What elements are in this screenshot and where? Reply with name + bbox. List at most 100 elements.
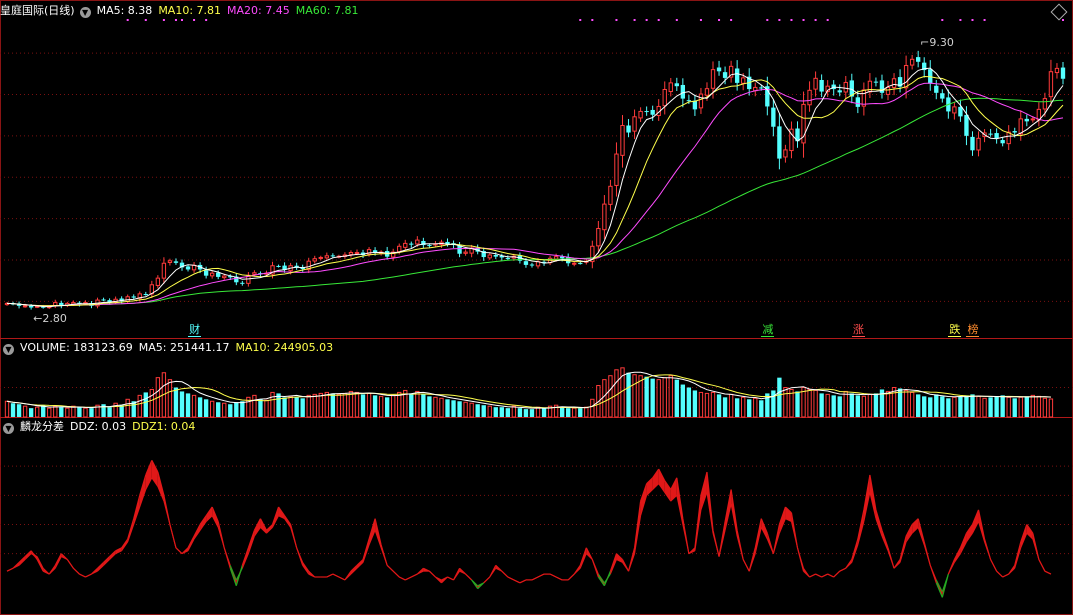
ddz1-line [555, 576, 563, 581]
volume-panel-header: ▼ VOLUME: 183123.69 MA5: 251441.17 MA10: 24… [0, 340, 339, 356]
candle [903, 65, 909, 89]
candle [101, 299, 106, 301]
volume-bar [650, 378, 655, 417]
candle [578, 263, 583, 265]
ddz1-line [73, 567, 80, 575]
chevron-down-icon[interactable]: ▼ [3, 344, 14, 355]
ddz-label: DDZ: 0.03 [70, 420, 127, 433]
candle [958, 106, 963, 117]
volume-bar [324, 391, 329, 418]
volume-bar [493, 407, 498, 417]
candle [131, 296, 136, 298]
ddz1-line [887, 550, 895, 569]
signal-dot [971, 19, 974, 21]
chevron-down-icon[interactable]: ▼ [79, 7, 91, 18]
candle [155, 277, 161, 286]
candle [28, 305, 34, 308]
candle [734, 68, 740, 83]
event-marker[interactable]: 跌 [948, 323, 962, 337]
candle [940, 93, 945, 99]
ddz1-line [338, 576, 346, 581]
ddz-line [36, 559, 44, 572]
candle [777, 126, 782, 159]
volume-bar [372, 395, 378, 417]
volume-bar [825, 393, 830, 418]
volume-bar [728, 393, 734, 418]
candle [759, 87, 764, 89]
event-marker[interactable]: 榜 [966, 323, 980, 337]
volume-bar [710, 391, 716, 418]
event-marker[interactable]: 减 [761, 323, 775, 337]
candle [976, 137, 981, 151]
ddz1-label: DDZ1: 0.04 [132, 420, 196, 433]
ddz-indicator-title: 麟龙分差 [20, 420, 64, 433]
volume-bar [976, 395, 981, 418]
volume-bar [590, 398, 595, 418]
ddz-panel-header: ▼ 麟龙分差 DDZ: 0.03 DDZ1: 0.04 [0, 419, 201, 435]
volume-bar [578, 408, 583, 417]
ddz1-line [990, 559, 998, 572]
chevron-down-icon[interactable]: ▼ [3, 423, 14, 434]
ddz1-line [941, 573, 949, 592]
ddz-line [235, 565, 243, 586]
volume-bar [734, 398, 740, 417]
volume-label: VOLUME: 183123.69 [20, 341, 133, 354]
volume-bar [940, 396, 945, 417]
ddz1-line [399, 576, 406, 581]
candle [415, 239, 420, 245]
volume-bar [928, 397, 933, 417]
volume-bar [674, 379, 679, 417]
event-marker[interactable]: 财 [188, 323, 202, 337]
volume-bar [481, 405, 486, 417]
volume-bar [41, 405, 46, 417]
ddz-line [851, 538, 859, 560]
volume-bar [566, 408, 571, 417]
ddz1-line [483, 576, 491, 584]
volume-bar [16, 404, 22, 417]
stock-chart[interactable] [0, 0, 1073, 615]
ddz1-line [923, 544, 931, 566]
volume-bar [137, 394, 142, 418]
ddz1-line [411, 573, 418, 578]
volume-bar [10, 403, 16, 417]
signal-dot [941, 19, 944, 21]
volume-bar [946, 398, 951, 417]
ddz-line [694, 495, 702, 548]
volume-bar [771, 390, 776, 417]
candle [807, 89, 812, 106]
signal-dot [633, 19, 636, 21]
signal-dot [591, 19, 594, 21]
volume-bar [1048, 398, 1054, 418]
ddz-line [899, 536, 907, 560]
volume-bar [318, 392, 323, 418]
candle [493, 254, 498, 257]
candle [397, 245, 402, 253]
volume-bar [53, 405, 58, 418]
ddz1-line [531, 576, 539, 581]
candle [843, 81, 848, 93]
ddz1-line [742, 559, 750, 572]
volume-bar [662, 377, 667, 418]
volume-bar [397, 391, 402, 418]
volume-bar [228, 404, 233, 417]
volume-bar [517, 408, 523, 417]
signal-dot [144, 19, 147, 21]
volume-bar [572, 407, 577, 418]
stock-title[interactable]: 皇庭国际(日线) [0, 4, 75, 17]
ddz1-line [947, 562, 955, 575]
event-marker[interactable]: 涨 [851, 323, 865, 337]
volume-bar [71, 405, 76, 418]
ddz1-line [833, 570, 841, 578]
candle [704, 88, 710, 96]
volume-bar [602, 379, 607, 418]
candle [891, 78, 897, 88]
volume-bar [378, 395, 384, 418]
candle [692, 100, 698, 110]
candle [674, 83, 679, 87]
ma10-label: MA10: 7.81 [158, 4, 222, 17]
chart-frame [0, 0, 1073, 615]
candle [1060, 67, 1066, 79]
candle [523, 261, 529, 265]
candle [686, 100, 692, 102]
signal-dot [959, 19, 962, 21]
